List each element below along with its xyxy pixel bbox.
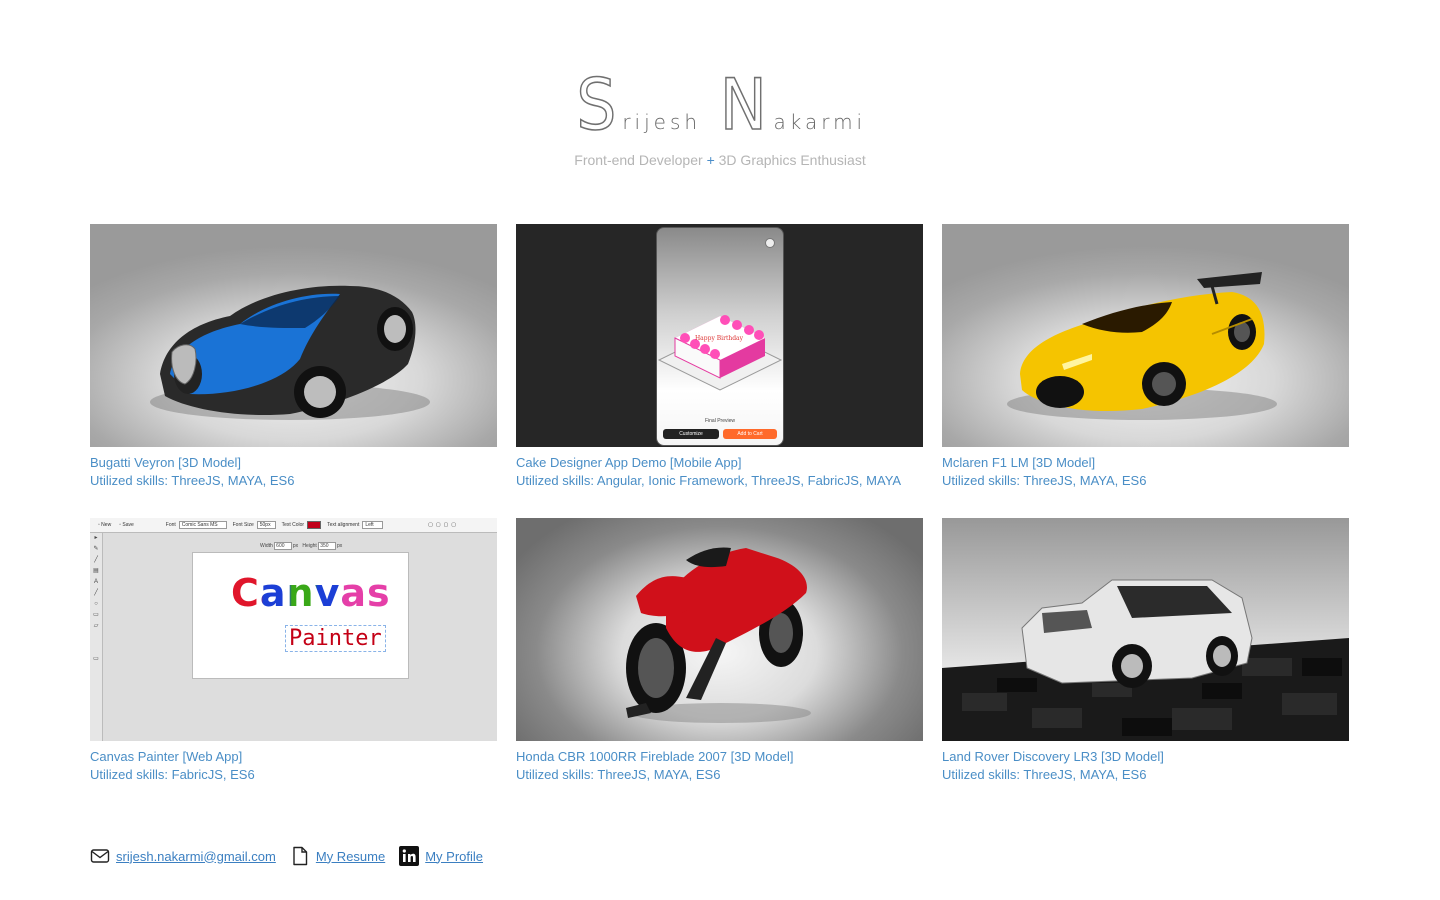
project-title: Bugatti Veyron [3D Model] xyxy=(90,455,242,470)
project-thumbnail-honda[interactable] xyxy=(516,518,923,741)
painter-layer-icons: ▢▢▢▢ xyxy=(428,522,459,528)
cake-image: Happy Birthday xyxy=(657,315,783,391)
painter-new-button: ▫ New xyxy=(98,522,112,528)
painter-word-canvas: Canvas xyxy=(231,571,391,615)
name-initial-first: S xyxy=(575,64,619,146)
bugatti-car-image xyxy=(150,285,430,420)
project-card-cake-designer[interactable]: Happy Birthday Final Preview Customize A… xyxy=(516,224,923,490)
painter-font-select: Comic Sans MS xyxy=(178,521,227,529)
painter-color-swatch xyxy=(307,521,322,529)
add-to-cart-button[interactable]: Add to Cart xyxy=(723,429,777,439)
honda-bike-image xyxy=(626,547,811,723)
project-caption: Bugatti Veyron [3D Model] Utilized skill… xyxy=(90,454,497,490)
painter-width-label: Width xyxy=(260,543,273,549)
painter-text-color-label: Text Color xyxy=(281,522,305,528)
project-title: Cake Designer App Demo [Mobile App] xyxy=(516,455,742,470)
painter-tool-sidebar: ▸ ✎ ╱ ▤ A ╱ ○ ▭ ▱ ▭ xyxy=(90,533,103,741)
project-skills: Utilized skills: ThreeJS, MAYA, ES6 xyxy=(942,767,1147,782)
close-icon xyxy=(765,238,775,248)
project-card-bugatti[interactable]: Bugatti Veyron [3D Model] Utilized skill… xyxy=(90,224,497,490)
painter-height-unit: px xyxy=(336,543,343,549)
project-card-canvas-painter[interactable]: ▫ New ▫ Save Font Comic Sans MS Font Siz… xyxy=(90,518,497,784)
painter-height-label: Height xyxy=(302,543,317,549)
project-caption: Cake Designer App Demo [Mobile App] Util… xyxy=(516,454,923,490)
project-thumbnail-land-rover[interactable] xyxy=(942,518,1349,741)
tagline-interest: 3D Graphics Enthusiast xyxy=(718,152,866,168)
project-title: Mclaren F1 LM [3D Model] xyxy=(942,455,1096,470)
project-card-mclaren[interactable]: Mclaren F1 LM [3D Model] Utilized skills… xyxy=(942,224,1349,490)
painter-save-button: ▫ Save xyxy=(119,522,134,528)
project-skills: Utilized skills: FabricJS, ES6 xyxy=(90,767,255,782)
linkedin-icon xyxy=(399,846,420,866)
site-title: S rijesh N akarmi xyxy=(574,64,867,146)
contact-footer: srijesh.nakarmi@gmail.com My Resume My P… xyxy=(90,846,497,866)
project-skills: Utilized skills: ThreeJS, MAYA, ES6 xyxy=(516,767,721,782)
project-card-land-rover[interactable]: Land Rover Discovery LR3 [3D Model] Util… xyxy=(942,518,1349,784)
project-skills: Utilized skills: Angular, Ionic Framewor… xyxy=(516,473,902,488)
profile-link[interactable]: My Profile xyxy=(425,849,483,864)
project-skills: Utilized skills: ThreeJS, MAYA, ES6 xyxy=(942,473,1147,488)
painter-width-input: 600 xyxy=(274,542,292,550)
cake-preview-label: Final Preview xyxy=(704,418,735,424)
painter-font-label: Font xyxy=(165,522,176,528)
tagline: Front-end Developer + 3D Graphics Enthus… xyxy=(0,152,1440,168)
site-header: S rijesh N akarmi Front-end Developer + … xyxy=(0,64,1440,168)
project-card-honda[interactable]: Honda CBR 1000RR Fireblade 2007 [3D Mode… xyxy=(516,518,923,784)
painter-canvas: Canvas Painter xyxy=(192,552,409,679)
tagline-plus: + xyxy=(706,152,715,168)
resume-link[interactable]: My Resume xyxy=(316,849,385,864)
project-caption: Mclaren F1 LM [3D Model] Utilized skills… xyxy=(942,454,1349,490)
document-icon xyxy=(290,846,310,866)
painter-text-align-label: Text alignment xyxy=(327,522,360,528)
cake-message: Happy Birthday xyxy=(695,335,744,342)
painter-text-align-select: Left xyxy=(362,521,383,529)
project-caption: Canvas Painter [Web App] Utilized skills… xyxy=(90,748,497,784)
painter-size-controls: Width 600 px Height 350 px xyxy=(260,542,343,550)
project-caption: Land Rover Discovery LR3 [3D Model] Util… xyxy=(942,748,1349,784)
mclaren-car-image xyxy=(1007,272,1277,420)
painter-new-label: New xyxy=(101,522,112,528)
land-rover-image xyxy=(942,579,1349,741)
project-caption: Honda CBR 1000RR Fireblade 2007 [3D Mode… xyxy=(516,748,923,784)
tagline-role: Front-end Developer xyxy=(574,152,703,168)
painter-height-input: 350 xyxy=(318,542,336,550)
name-rest-last: akarmi xyxy=(773,110,867,134)
painter-font-size-select: 50px xyxy=(256,521,276,529)
painter-save-label: Save xyxy=(122,522,134,528)
name-initial-last: N xyxy=(719,64,769,146)
email-link[interactable]: srijesh.nakarmi@gmail.com xyxy=(116,849,276,864)
project-thumbnail-canvas-painter[interactable]: ▫ New ▫ Save Font Comic Sans MS Font Siz… xyxy=(90,518,497,741)
project-thumbnail-mclaren[interactable] xyxy=(942,224,1349,447)
project-thumbnail-bugatti[interactable] xyxy=(90,224,497,447)
phone-frame: Happy Birthday Final Preview Customize A… xyxy=(656,227,784,446)
painter-word-painter: Painter xyxy=(285,625,386,652)
painter-font-size-label: Font Size xyxy=(232,522,254,528)
project-title: Land Rover Discovery LR3 [3D Model] xyxy=(942,749,1164,764)
project-skills: Utilized skills: ThreeJS, MAYA, ES6 xyxy=(90,473,295,488)
customize-button[interactable]: Customize xyxy=(663,429,719,439)
painter-toolbar: ▫ New ▫ Save Font Comic Sans MS Font Siz… xyxy=(90,518,497,533)
project-title: Canvas Painter [Web App] xyxy=(90,749,243,764)
project-grid: Bugatti Veyron [3D Model] Utilized skill… xyxy=(90,224,1350,784)
project-thumbnail-cake-designer[interactable]: Happy Birthday Final Preview Customize A… xyxy=(516,224,923,447)
name-rest-first: rijesh xyxy=(622,110,702,134)
project-title: Honda CBR 1000RR Fireblade 2007 [3D Mode… xyxy=(516,749,794,764)
mail-icon xyxy=(90,846,110,866)
painter-width-unit: px xyxy=(292,543,299,549)
